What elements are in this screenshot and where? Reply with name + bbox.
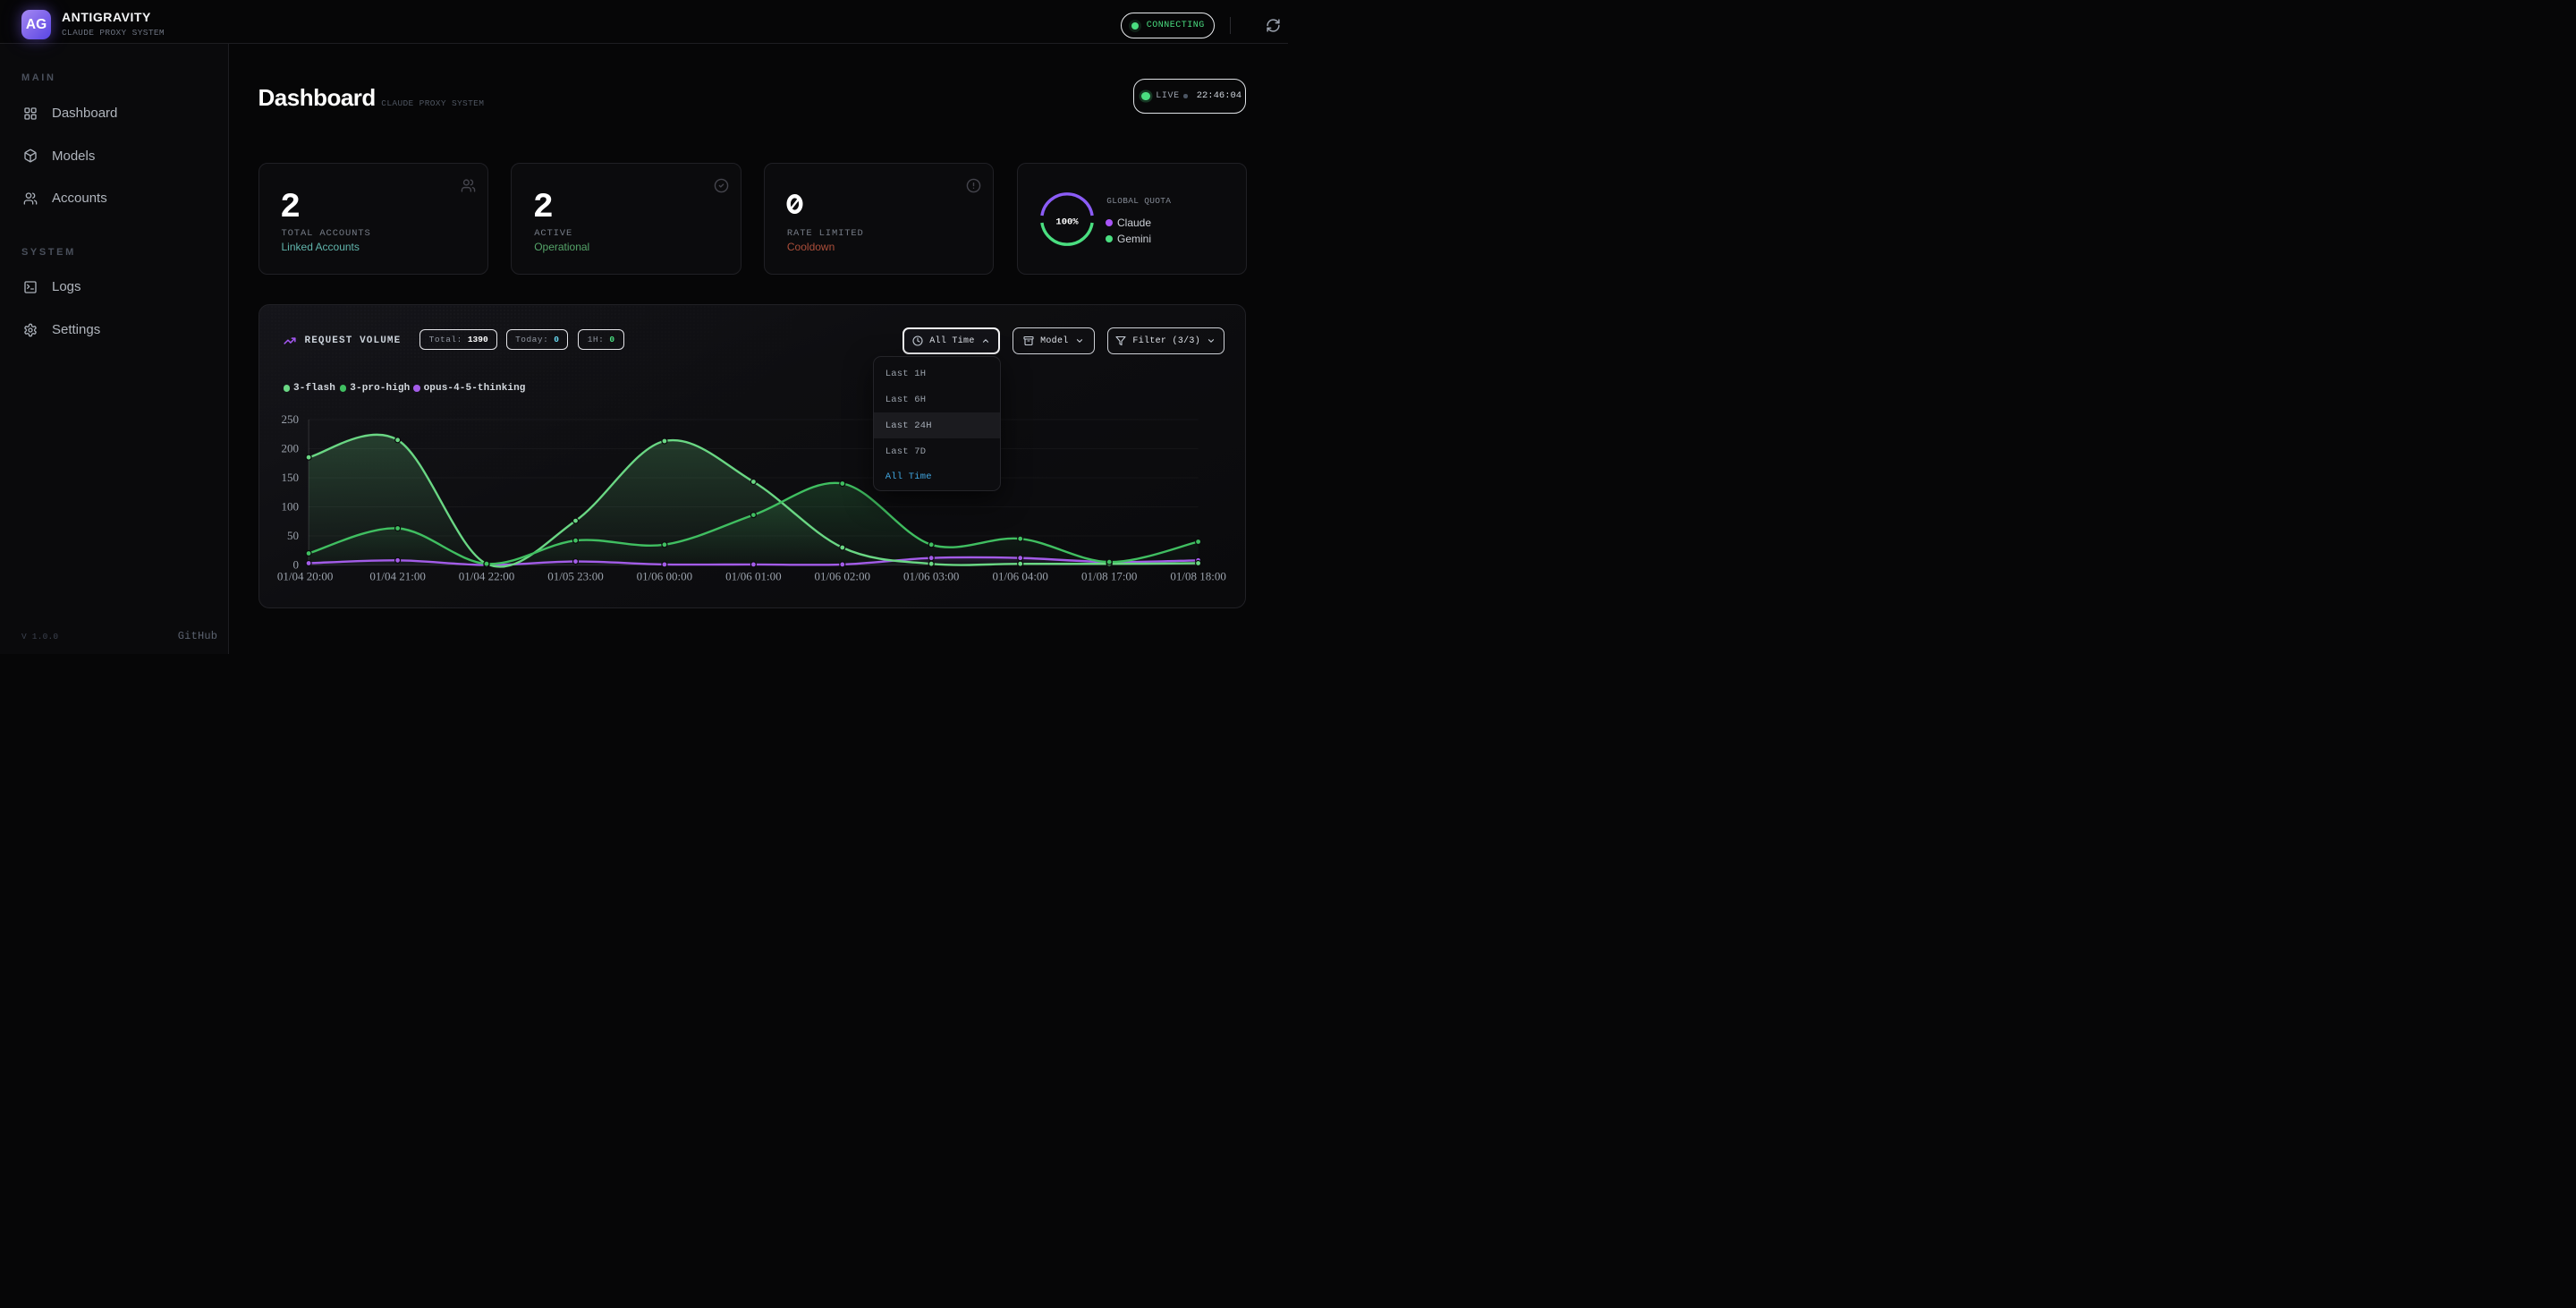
svg-text:01/08 18:00: 01/08 18:00: [1170, 570, 1225, 583]
svg-text:50: 50: [287, 529, 299, 542]
svg-text:150: 150: [282, 471, 300, 484]
svg-text:01/04 20:00: 01/04 20:00: [277, 570, 333, 583]
svg-text:01/06 01:00: 01/06 01:00: [725, 570, 781, 583]
svg-text:01/06 02:00: 01/06 02:00: [815, 570, 870, 583]
svg-text:01/08 17:00: 01/08 17:00: [1081, 570, 1137, 583]
svg-text:200: 200: [282, 442, 300, 455]
svg-text:01/06 03:00: 01/06 03:00: [903, 570, 959, 583]
svg-text:01/04 21:00: 01/04 21:00: [369, 570, 425, 583]
svg-text:01/06 00:00: 01/06 00:00: [637, 570, 692, 583]
svg-text:250: 250: [282, 412, 300, 426]
svg-text:01/05 23:00: 01/05 23:00: [547, 570, 603, 583]
svg-text:100: 100: [282, 500, 300, 514]
svg-text:01/06 04:00: 01/06 04:00: [992, 570, 1047, 583]
svg-text:01/04 22:00: 01/04 22:00: [459, 570, 514, 583]
